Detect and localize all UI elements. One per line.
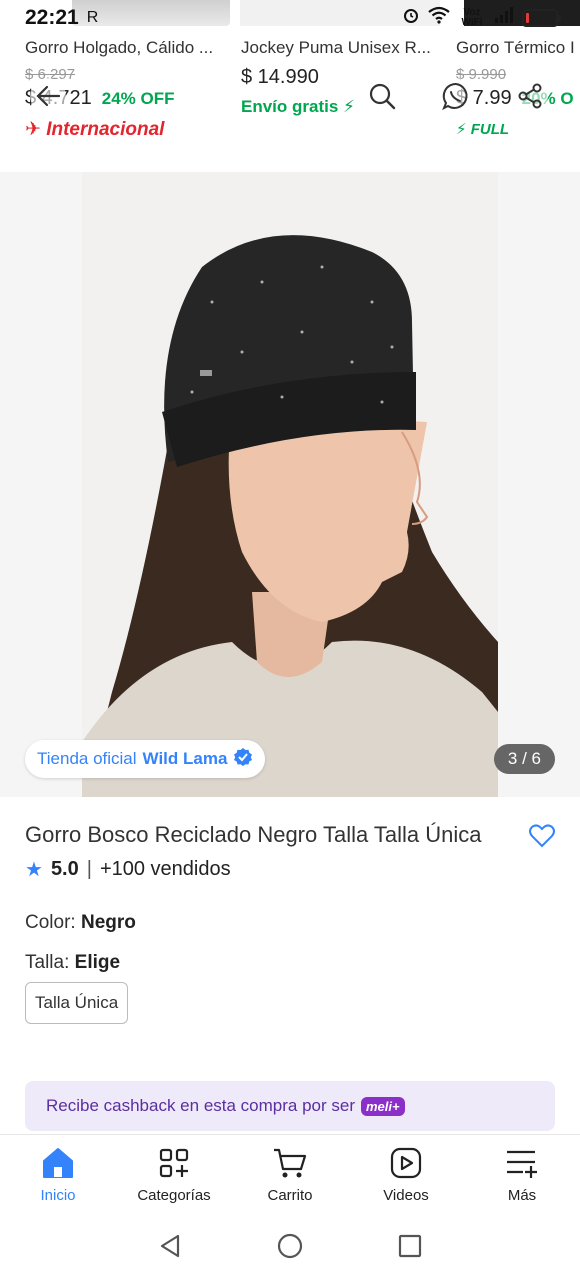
product-info: Gorro Bosco Reciclado Negro Talla Talla … xyxy=(25,820,555,1024)
share-icon xyxy=(518,83,542,109)
tab-mas[interactable]: Más xyxy=(464,1135,580,1216)
share-button[interactable] xyxy=(512,78,548,114)
meli-plus-badge: meli+ xyxy=(361,1096,405,1116)
rating-row[interactable]: ★ 5.0 | +100 vendidos xyxy=(25,857,555,882)
tab-label: Más xyxy=(507,1187,537,1204)
size-value: Elige xyxy=(74,952,121,973)
carousel-card[interactable]: Jockey Puma Unisex R... $ 14.990 Envío g… xyxy=(241,38,441,117)
battery-level xyxy=(526,12,529,23)
alarm-icon xyxy=(402,6,420,29)
status-bar: 22:21 R Voz WiFi xyxy=(0,0,580,36)
lightning-icon: ⚡ xyxy=(456,121,467,138)
shipping-text: Envío gratis xyxy=(241,97,339,116)
tab-videos[interactable]: Videos xyxy=(348,1135,464,1216)
verified-icon xyxy=(233,747,253,772)
card-price: $ 14.990 xyxy=(241,66,319,88)
back-button[interactable] xyxy=(30,78,66,114)
home-icon xyxy=(41,1145,75,1181)
notification-icons: R xyxy=(86,9,99,26)
system-back-button[interactable] xyxy=(158,1233,182,1264)
rating-score: 5.0 xyxy=(50,858,79,880)
lightning-icon: ⚡ xyxy=(343,97,355,116)
system-home-button[interactable] xyxy=(277,1233,303,1264)
badge-label: FULL xyxy=(470,121,510,138)
size-option-button[interactable]: Talla Única xyxy=(25,982,129,1024)
favorite-button[interactable] xyxy=(529,824,555,853)
related-products-carousel: Gorro Holgado, Cálido ... $ 6.297 $ 4.72… xyxy=(0,0,580,170)
free-shipping-label: Envío gratis ⚡ xyxy=(241,97,441,117)
rating-separator: | xyxy=(86,858,92,880)
card-title: Jockey Puma Unisex R... xyxy=(241,38,431,57)
status-time: 22:21 xyxy=(25,6,79,29)
tab-label: Videos xyxy=(383,1187,429,1204)
tab-label: Categorías xyxy=(137,1187,211,1204)
model-wearing-beanie-image xyxy=(82,172,498,797)
store-name: Wild Lama xyxy=(142,749,228,768)
arrow-left-icon xyxy=(36,85,61,107)
sold-count: +100 vendidos xyxy=(99,858,231,880)
bottom-navigation: Inicio Categorías Carrito Videos Más xyxy=(0,1134,580,1216)
tab-label: Carrito xyxy=(267,1187,313,1204)
full-badge: ⚡ FULL xyxy=(456,120,580,138)
color-label: Color: xyxy=(25,912,76,933)
heart-icon xyxy=(529,824,555,848)
whatsapp-icon xyxy=(442,82,468,111)
square-recents-icon xyxy=(398,1234,422,1257)
system-navigation-bar xyxy=(0,1216,580,1280)
card-old-price: $ 9.990 xyxy=(456,66,507,83)
system-recents-button[interactable] xyxy=(398,1234,422,1263)
official-store-badge[interactable]: Tienda oficial Wild Lama xyxy=(25,740,266,778)
badge-label: Internacional xyxy=(46,119,165,140)
battery-icon xyxy=(522,8,561,27)
tab-label: Inicio xyxy=(40,1187,76,1204)
wifi-icon xyxy=(428,6,450,29)
card-discount: 24% OFF xyxy=(101,88,175,108)
whatsapp-share-button[interactable] xyxy=(438,78,474,114)
volte-label: Voz WiFi xyxy=(461,6,483,28)
image-counter: 3 / 6 xyxy=(493,744,555,774)
cart-icon xyxy=(272,1145,308,1181)
search-icon xyxy=(369,83,396,110)
airplane-icon: ✈ xyxy=(25,119,41,140)
menu-plus-icon xyxy=(505,1145,539,1181)
product-gallery[interactable]: Tienda oficial Wild Lama 3 / 6 xyxy=(0,172,580,797)
card-title: Gorro Holgado, Cálido ... xyxy=(25,38,214,57)
cashback-text: Recibe cashback en esta compra por ser xyxy=(46,1096,355,1115)
tab-inicio[interactable]: Inicio xyxy=(0,1135,116,1216)
signal-icon xyxy=(494,6,514,29)
color-value: Negro xyxy=(80,912,136,933)
video-icon xyxy=(390,1145,422,1181)
store-prefix: Tienda oficial xyxy=(37,749,137,768)
card-title: Gorro Térmico I xyxy=(456,38,575,57)
categories-icon xyxy=(158,1145,190,1181)
tab-categorias[interactable]: Categorías xyxy=(116,1135,232,1216)
cashback-banner[interactable]: Recibe cashback en esta compra por ser m… xyxy=(25,1081,555,1131)
triangle-back-icon xyxy=(160,1234,180,1257)
star-icon: ★ xyxy=(25,859,43,881)
color-attribute: Color: Negro xyxy=(25,912,555,934)
circle-home-icon xyxy=(277,1233,303,1258)
size-attribute: Talla: Elige xyxy=(25,952,555,974)
size-label: Talla: xyxy=(25,952,70,973)
product-title: Gorro Bosco Reciclado Negro Talla Talla … xyxy=(25,822,482,847)
international-badge: ✈ Internacional xyxy=(25,118,230,141)
search-button[interactable] xyxy=(364,78,400,114)
product-photo[interactable] xyxy=(82,172,498,797)
tab-carrito[interactable]: Carrito xyxy=(232,1135,348,1216)
